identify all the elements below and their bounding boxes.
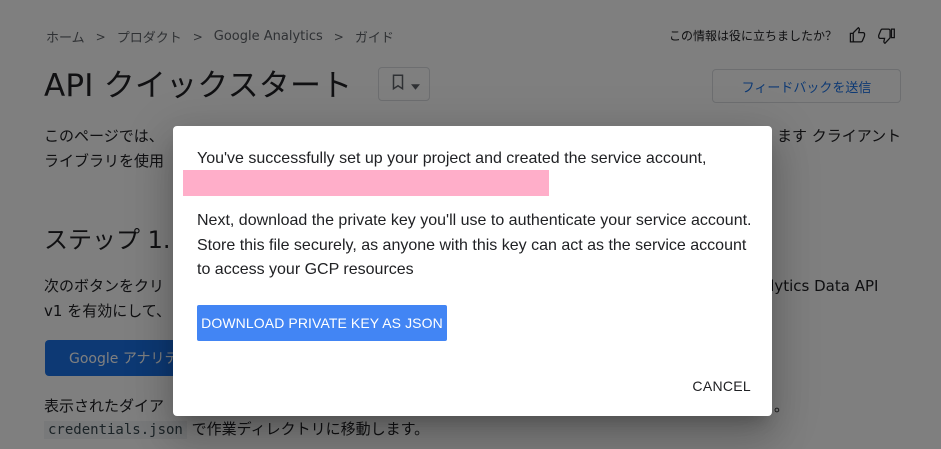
download-private-key-button[interactable]: DOWNLOAD PRIVATE KEY AS JSON: [197, 305, 447, 341]
cancel-button[interactable]: CANCEL: [692, 378, 751, 394]
dialog-success-message: You've successfully set up your project …: [197, 150, 707, 167]
dialog-instructions: Next, download the private key you'll us…: [197, 212, 752, 278]
service-account-key-dialog: You've successfully set up your project …: [173, 126, 772, 416]
redacted-service-account: [183, 170, 549, 196]
